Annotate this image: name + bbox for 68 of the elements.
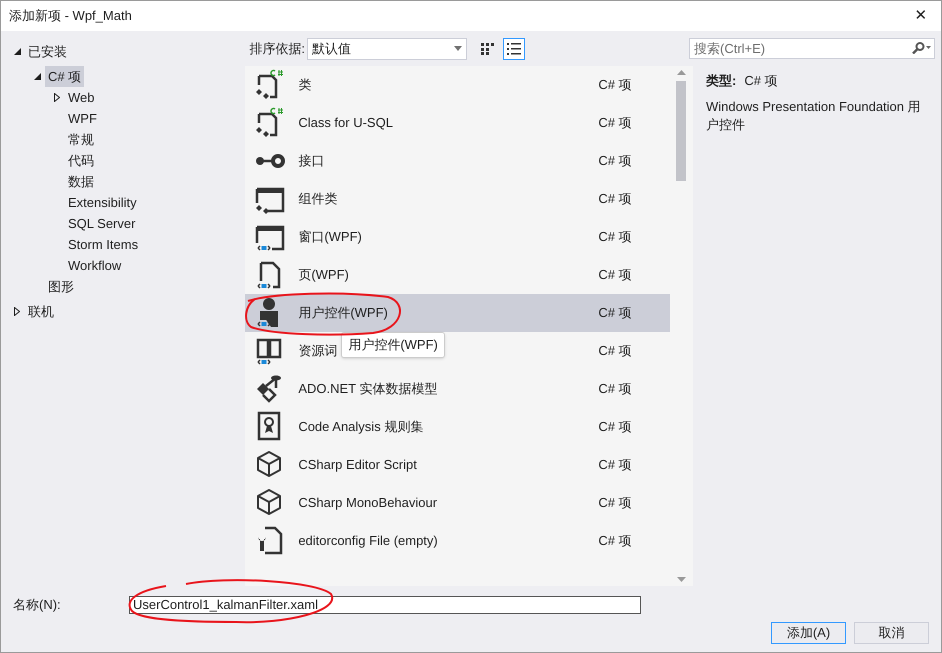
scrollbar-thumb[interactable]	[676, 81, 686, 181]
list-view-icon	[506, 42, 521, 54]
tree-item[interactable]: Web	[65, 86, 98, 108]
template-name: 页(WPF)	[298, 267, 349, 282]
template-type: C# 项	[598, 494, 632, 512]
tree-item[interactable]: 代码	[65, 150, 97, 172]
template-type: C# 项	[598, 152, 632, 170]
collapsed-arrow-icon[interactable]	[14, 307, 20, 316]
name-label: 名称(N):	[13, 596, 62, 614]
dialog-button[interactable]: 取消	[854, 622, 929, 644]
document-icon	[255, 107, 286, 139]
scroll-up-arrow-icon[interactable]	[676, 70, 686, 75]
template-name: ADO.NET 实体数据模型	[298, 381, 438, 396]
sort-dropdown[interactable]: 默认值	[306, 38, 467, 60]
template-name: 窗口(WPF)	[298, 229, 362, 244]
template-type: C# 项	[598, 266, 632, 284]
tree-item[interactable]: C# 项	[45, 66, 84, 88]
tree-item[interactable]: SQL Server	[65, 212, 138, 234]
template-type: C# 项	[598, 342, 632, 360]
template-type: C# 项	[598, 190, 632, 208]
template-type: C# 项	[598, 418, 632, 436]
template-name: 组件类	[298, 191, 338, 206]
template-type: C# 项	[598, 456, 632, 474]
dialog-button[interactable]: 添加(A)	[771, 622, 846, 644]
template-type: C# 项	[598, 228, 632, 246]
search-icon[interactable]	[911, 42, 931, 54]
template-type: C# 项	[598, 380, 632, 398]
tree-item[interactable]: Extensibility	[65, 192, 140, 214]
close-button[interactable]: ✕	[909, 4, 933, 28]
description-text: Windows Presentation Foundation 用户控件	[706, 98, 922, 134]
template-name: Code Analysis 规则集	[298, 419, 424, 434]
scroll-down-arrow-icon[interactable]	[676, 577, 686, 582]
tree-item[interactable]: Workflow	[65, 254, 124, 276]
template-type: C# 项	[598, 76, 632, 94]
name-field[interactable]: UserControl1_kalmanFilter.xaml	[129, 596, 641, 614]
selected-template-row[interactable]: 用户控件(WPF) C# 项	[245, 294, 670, 332]
collapsed-arrow-icon[interactable]	[54, 93, 60, 102]
template-type: C# 项	[598, 304, 632, 322]
tree-item[interactable]: 常规	[65, 128, 97, 150]
expanded-arrow-icon[interactable]	[34, 73, 40, 80]
tree-item[interactable]: 数据	[65, 170, 97, 192]
window-title: 添加新项 - Wpf_Math	[9, 7, 132, 26]
tree-item[interactable]: Storm Items	[65, 234, 142, 256]
template-name: 资源词	[298, 343, 338, 358]
dropdown-arrow-icon	[454, 46, 462, 51]
wrench-document-icon	[255, 525, 286, 557]
tooltip: 用户控件(WPF)	[341, 332, 445, 358]
template-name: Class for U-SQL	[298, 115, 393, 130]
tree-item[interactable]: 联机	[25, 300, 57, 322]
search-field[interactable]: 搜索(Ctrl+E)	[689, 38, 935, 59]
sort-label: 排序依据:	[249, 40, 305, 58]
tree-item[interactable]: WPF	[65, 108, 100, 130]
template-name: 类	[298, 77, 312, 92]
template-type: C# 项	[598, 114, 632, 132]
template-name: CSharp Editor Script	[298, 457, 417, 472]
template-name: CSharp MonoBehaviour	[298, 495, 438, 510]
list-view-button[interactable]	[502, 38, 525, 60]
tree-item[interactable]: 图形	[45, 276, 77, 298]
template-name: 接口	[298, 153, 324, 168]
template-type: C# 项	[598, 532, 632, 550]
tree-item[interactable]: 已安装	[25, 40, 70, 62]
expanded-arrow-icon[interactable]	[14, 48, 20, 55]
grid-view-icon	[480, 42, 495, 54]
template-name: 用户控件(WPF)	[298, 305, 388, 320]
document-icon	[255, 69, 286, 101]
type-label: 类型:	[706, 72, 736, 90]
template-name: editorconfig File (empty)	[298, 533, 438, 548]
type-value: C# 项	[744, 72, 778, 90]
